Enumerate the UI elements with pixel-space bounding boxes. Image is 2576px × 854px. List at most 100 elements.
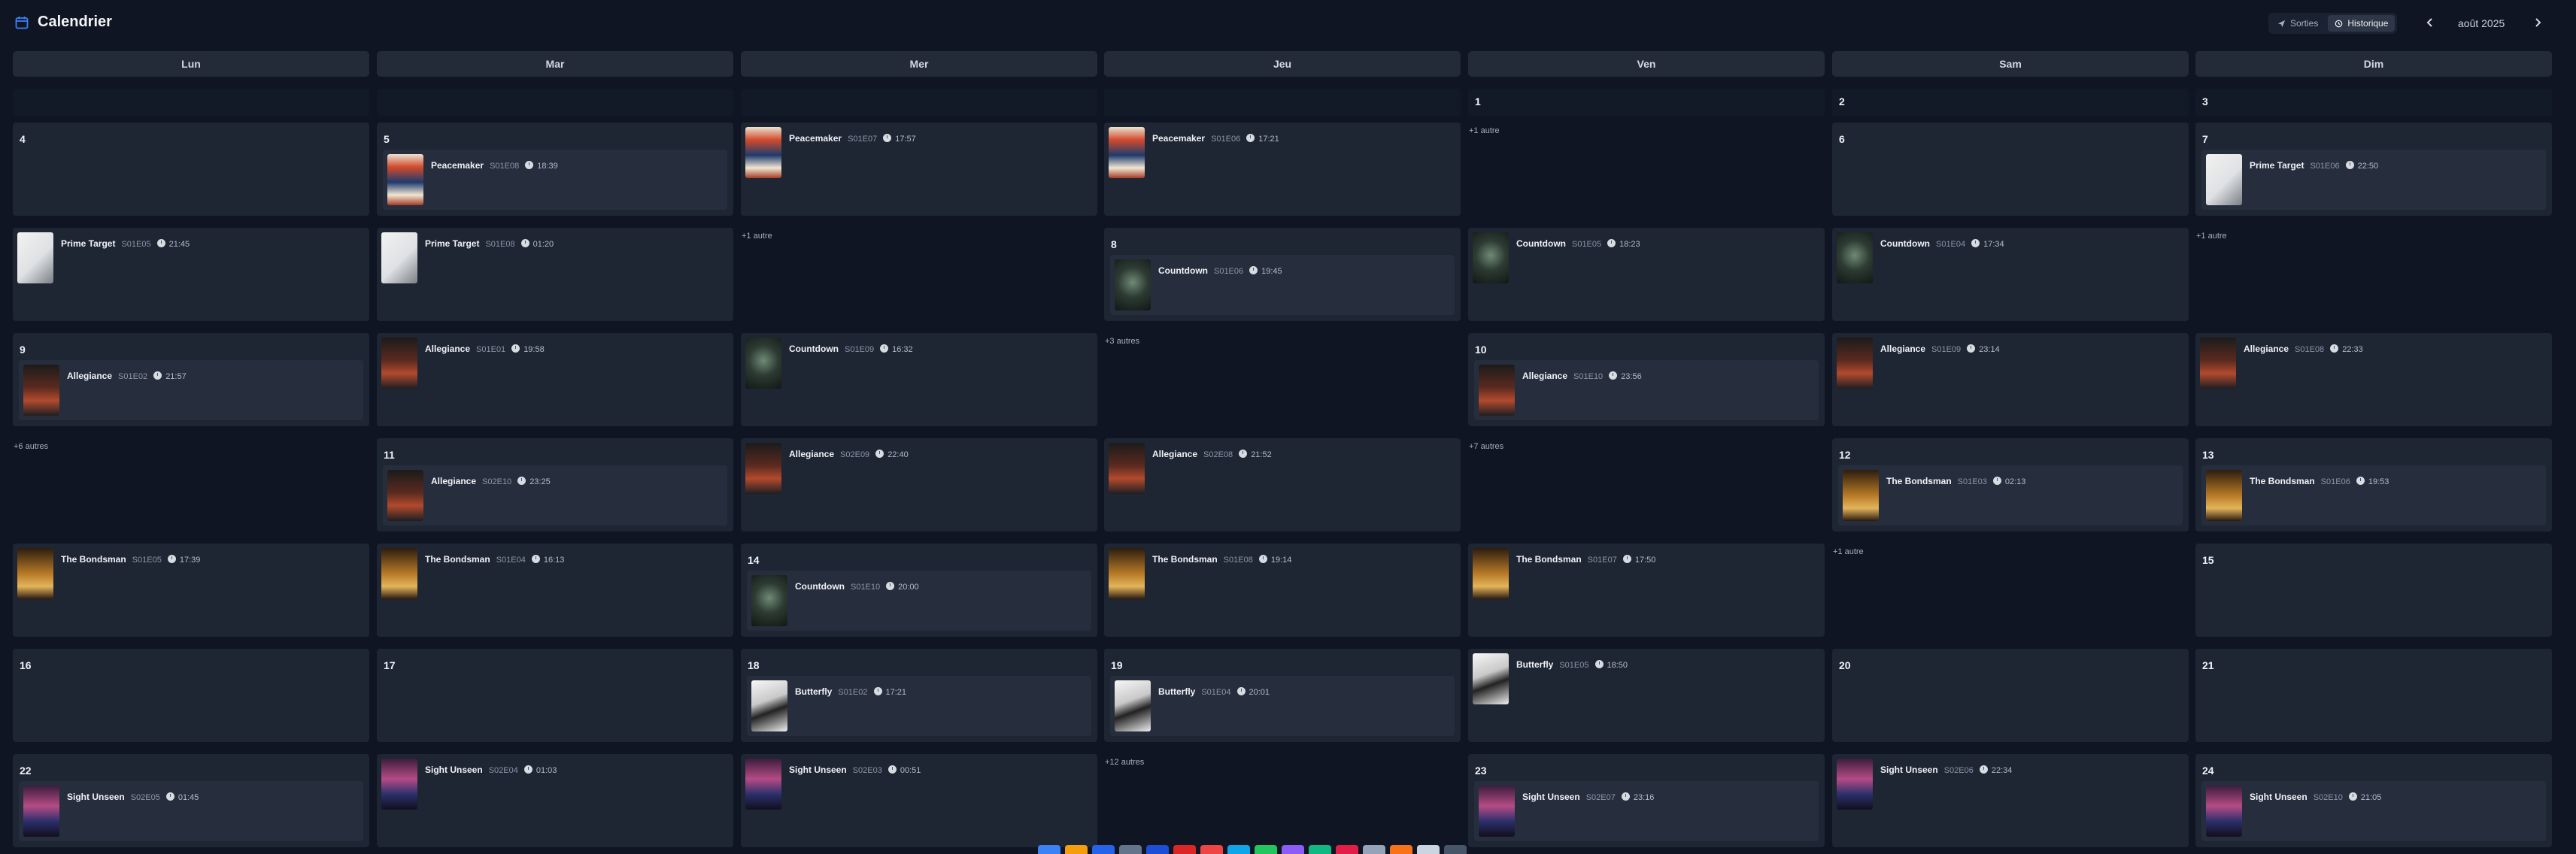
day-cell[interactable]: Peacemaker S01E06 17:21 [1104, 123, 1461, 216]
day-cell[interactable]: Sight Unseen S02E03 00:51 [741, 754, 1097, 847]
day-cell[interactable] [741, 89, 1097, 116]
overflow-cell[interactable]: +1 autre [1832, 544, 2189, 637]
overflow-cell[interactable]: +1 autre [1468, 123, 1825, 216]
episode-card[interactable]: Allegiance S02E09 22:40 [741, 438, 1097, 498]
episode-card[interactable]: The Bondsman S01E08 19:14 [1104, 544, 1461, 604]
more-events-link[interactable]: +1 autre [1833, 547, 1864, 556]
day-cell[interactable]: Allegiance S02E08 21:52 [1104, 438, 1461, 531]
day-cell[interactable]: 13 The Bondsman S01E06 19:53 [2195, 438, 2552, 531]
day-cell[interactable]: 24 Sight Unseen S02E10 21:05 [2195, 754, 2552, 847]
more-events-link[interactable]: +6 autres [14, 442, 48, 451]
episode-card[interactable]: Allegiance S02E08 21:52 [1104, 438, 1461, 498]
day-cell[interactable]: 21 [2195, 649, 2552, 742]
day-cell[interactable]: 19 Butterfly S01E04 20:01 [1104, 649, 1461, 742]
historique-tab[interactable]: Historique [2328, 15, 2395, 32]
day-cell[interactable]: 9 Allegiance S01E02 21:57 [13, 333, 369, 426]
episode-card[interactable]: Allegiance S02E10 23:25 [383, 465, 727, 525]
day-cell[interactable]: 7 Prime Target S01E06 22:50 [2195, 123, 2552, 216]
dock-app-icon[interactable] [1146, 845, 1169, 854]
day-cell[interactable]: 4 [13, 123, 369, 216]
overflow-cell[interactable]: +12 autres [1104, 754, 1461, 847]
day-cell[interactable]: 22 Sight Unseen S02E05 01:45 [13, 754, 369, 847]
more-events-link[interactable]: +3 autres [1105, 337, 1139, 346]
episode-card[interactable]: Allegiance S01E01 19:58 [377, 333, 733, 393]
overflow-cell[interactable]: +1 autre [741, 228, 1097, 321]
episode-card[interactable]: Butterfly S01E05 18:50 [1468, 649, 1825, 709]
day-cell[interactable]: 2 [1832, 89, 2189, 116]
episode-card[interactable]: Sight Unseen S02E05 01:45 [19, 781, 363, 841]
sorties-tab[interactable]: Sorties [2271, 15, 2325, 32]
day-cell[interactable]: 5 Peacemaker S01E08 18:39 [377, 123, 733, 216]
more-events-link[interactable]: +7 autres [1469, 442, 1503, 451]
episode-card[interactable]: Countdown S01E10 20:00 [747, 571, 1091, 631]
day-cell[interactable]: Countdown S01E04 17:34 [1832, 228, 2189, 321]
next-month-button[interactable] [2526, 11, 2549, 34]
day-cell[interactable]: Countdown S01E09 16:32 [741, 333, 1097, 426]
episode-card[interactable]: Peacemaker S01E06 17:21 [1104, 123, 1461, 183]
previous-month-button[interactable] [2419, 11, 2441, 34]
day-cell[interactable]: 10 Allegiance S01E10 23:56 [1468, 333, 1825, 426]
episode-card[interactable]: Allegiance S01E10 23:56 [1474, 360, 1819, 420]
episode-card[interactable]: The Bondsman S01E04 16:13 [377, 544, 733, 604]
dock-app-icon[interactable] [1444, 845, 1467, 854]
day-cell[interactable]: 23 Sight Unseen S02E07 23:16 [1468, 754, 1825, 847]
more-events-link[interactable]: +1 autre [742, 232, 772, 241]
day-cell[interactable]: Prime Target S01E08 01:20 [377, 228, 733, 321]
day-cell[interactable]: The Bondsman S01E05 17:39 [13, 544, 369, 637]
day-cell[interactable]: 17 [377, 649, 733, 742]
episode-card[interactable]: Sight Unseen S02E07 23:16 [1474, 781, 1819, 841]
day-cell[interactable]: Butterfly S01E05 18:50 [1468, 649, 1825, 742]
episode-card[interactable]: Butterfly S01E04 20:01 [1110, 676, 1455, 736]
overflow-cell[interactable]: +1 autre [2195, 228, 2552, 321]
episode-card[interactable]: The Bondsman S01E05 17:39 [13, 544, 369, 604]
day-cell[interactable] [1104, 89, 1461, 116]
dock-app-icon[interactable] [1227, 845, 1250, 854]
day-cell[interactable]: 18 Butterfly S01E02 17:21 [741, 649, 1097, 742]
day-cell[interactable]: The Bondsman S01E04 16:13 [377, 544, 733, 637]
dock-app-icon[interactable] [1336, 845, 1358, 854]
dock-app-icon[interactable] [1363, 845, 1385, 854]
overflow-cell[interactable]: +7 autres [1468, 438, 1825, 531]
overflow-cell[interactable]: +6 autres [13, 438, 369, 531]
episode-card[interactable]: Sight Unseen S02E10 21:05 [2201, 781, 2546, 841]
dock-app-icon[interactable] [1417, 845, 1440, 854]
day-cell[interactable] [13, 89, 369, 116]
episode-card[interactable]: Peacemaker S01E08 18:39 [383, 150, 727, 210]
dock-app-icon[interactable] [1282, 845, 1304, 854]
day-cell[interactable]: Allegiance S02E09 22:40 [741, 438, 1097, 531]
dock-app-icon[interactable] [1119, 845, 1142, 854]
day-cell[interactable]: Countdown S01E05 18:23 [1468, 228, 1825, 321]
day-cell[interactable]: Prime Target S01E05 21:45 [13, 228, 369, 321]
day-cell[interactable]: Sight Unseen S02E06 22:34 [1832, 754, 2189, 847]
episode-card[interactable]: Prime Target S01E06 22:50 [2201, 150, 2546, 210]
dock-app-icon[interactable] [1038, 845, 1060, 854]
dock-app-icon[interactable] [1200, 845, 1223, 854]
dock-app-icon[interactable] [1390, 845, 1412, 854]
episode-card[interactable]: Sight Unseen S02E06 22:34 [1832, 754, 2189, 814]
overflow-cell[interactable]: +3 autres [1104, 333, 1461, 426]
episode-card[interactable]: The Bondsman S01E03 02:13 [1838, 465, 2183, 525]
dock-app-icon[interactable] [1092, 845, 1115, 854]
episode-card[interactable]: Butterfly S01E02 17:21 [747, 676, 1091, 736]
day-cell[interactable]: 16 [13, 649, 369, 742]
day-cell[interactable]: 14 Countdown S01E10 20:00 [741, 544, 1097, 637]
day-cell[interactable]: 6 [1832, 123, 2189, 216]
episode-card[interactable]: Sight Unseen S02E04 01:03 [377, 754, 733, 814]
day-cell[interactable]: 15 [2195, 544, 2552, 637]
day-cell[interactable]: The Bondsman S01E08 19:14 [1104, 544, 1461, 637]
more-events-link[interactable]: +1 autre [2196, 232, 2227, 241]
episode-card[interactable]: Prime Target S01E08 01:20 [377, 228, 733, 288]
more-events-link[interactable]: +12 autres [1105, 758, 1144, 767]
episode-card[interactable]: Sight Unseen S02E03 00:51 [741, 754, 1097, 814]
day-cell[interactable]: 11 Allegiance S02E10 23:25 [377, 438, 733, 531]
day-cell[interactable]: Peacemaker S01E07 17:57 [741, 123, 1097, 216]
day-cell[interactable]: 8 Countdown S01E06 19:45 [1104, 228, 1461, 321]
dock-app-icon[interactable] [1065, 845, 1088, 854]
day-cell[interactable]: Allegiance S01E01 19:58 [377, 333, 733, 426]
dock-app-icon[interactable] [1255, 845, 1277, 854]
episode-card[interactable]: The Bondsman S01E06 19:53 [2201, 465, 2546, 525]
episode-card[interactable]: Countdown S01E05 18:23 [1468, 228, 1825, 288]
episode-card[interactable]: Countdown S01E09 16:32 [741, 333, 1097, 393]
episode-card[interactable]: Prime Target S01E05 21:45 [13, 228, 369, 288]
episode-card[interactable]: Allegiance S01E08 22:33 [2195, 333, 2552, 393]
